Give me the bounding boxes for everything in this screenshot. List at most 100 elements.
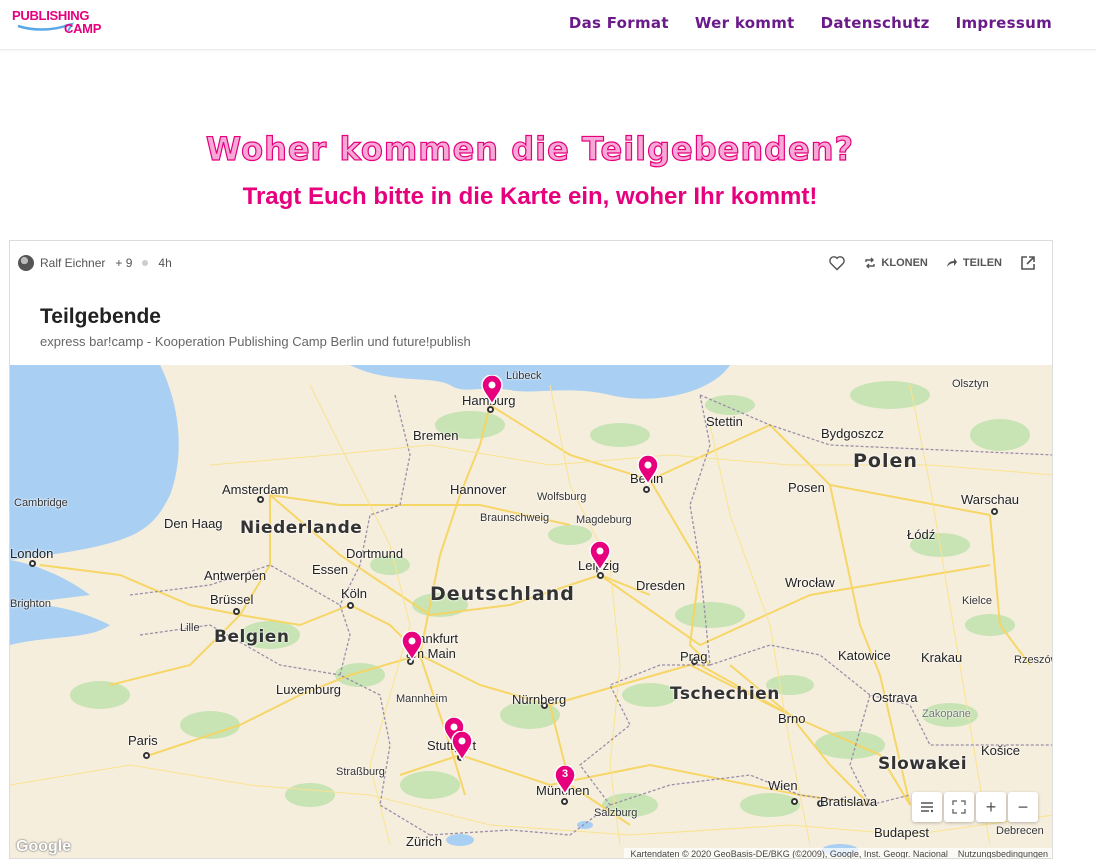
city-dot-london — [29, 560, 36, 567]
map-pin-icon — [481, 374, 503, 406]
terms-link[interactable]: Nutzungsbedingungen — [958, 849, 1048, 858]
country-label: Tschechien — [670, 684, 780, 704]
city-label: Lübeck — [506, 370, 542, 382]
city-label: Katowice — [838, 648, 891, 663]
map-pin-frankfurt[interactable] — [401, 630, 423, 662]
card-meta: Ralf Eichner + 9 4h — [18, 255, 172, 271]
repeat-icon — [865, 257, 876, 269]
city-label: Essen — [312, 562, 349, 577]
city-label: Zakopane — [922, 708, 971, 720]
map-data-credit: Kartendaten © 2020 GeoBasis-DE/BKG (©200… — [630, 849, 948, 859]
publishing-camp-logo[interactable]: PUBLISHING CAMP — [12, 8, 112, 42]
city-label: Antwerpen — [204, 568, 267, 583]
country-label: Slowakei — [878, 754, 968, 774]
author-name[interactable]: Ralf Eichner — [40, 256, 105, 270]
city-dot-leipzig — [597, 572, 604, 579]
country-label: Deutschland — [430, 583, 575, 605]
city-label: Wolfsburg — [537, 491, 587, 503]
city-label: Salzburg — [594, 807, 638, 819]
padlet-map-card: Ralf Eichner + 9 4h KLONEN TEILEN Teilge… — [9, 240, 1053, 859]
city-label: Košice — [981, 743, 1021, 758]
separator-dot — [142, 260, 149, 266]
city-label: Stettin — [706, 414, 743, 429]
city-label: Cambridge — [14, 497, 68, 509]
card-subtitle: express bar!camp - Kooperation Publishin… — [40, 334, 471, 349]
clone-button[interactable]: KLONEN — [864, 257, 928, 269]
zoom-in-button[interactable]: + — [976, 792, 1006, 822]
city-label: London — [10, 546, 54, 561]
nav-impressum[interactable]: Impressum — [956, 14, 1052, 32]
map-pin-icon — [589, 540, 611, 572]
nav-wer-kommt[interactable]: Wer kommt — [695, 14, 795, 32]
city-label: Wien — [768, 778, 798, 793]
logo-text-camp: CAMP — [64, 21, 102, 36]
city-label: Brighton — [10, 598, 51, 610]
city-label: Braunschweig — [480, 512, 550, 524]
city-label: Dortmund — [346, 546, 404, 561]
layers-button[interactable] — [912, 792, 942, 822]
city-label: Prag — [680, 649, 708, 664]
city-label: Paris — [128, 733, 158, 748]
map-pin-berlin[interactable] — [637, 454, 659, 486]
city-label: Bratislava — [820, 794, 878, 809]
city-label: Wrocław — [785, 575, 835, 590]
city-dot-berlin — [643, 486, 650, 493]
post-age: 4h — [158, 256, 172, 270]
map-pin-hamburg[interactable] — [481, 374, 503, 406]
map-pin-icon — [637, 454, 659, 486]
external-link-icon — [1021, 256, 1035, 270]
city-label: Kielce — [962, 595, 992, 607]
map-pin-cluster-muenchen[interactable]: 3 — [554, 764, 576, 796]
fullscreen-button[interactable] — [944, 792, 974, 822]
open-external-button[interactable] — [1020, 255, 1036, 271]
country-label: Belgien — [214, 627, 290, 647]
zoom-out-button[interactable]: − — [1008, 792, 1038, 822]
map-pin-icon — [451, 730, 473, 762]
city-label: Warschau — [961, 492, 1020, 507]
city-label: Dresden — [636, 578, 686, 593]
cluster-count: 3 — [561, 768, 569, 780]
city-label: Brno — [778, 711, 806, 726]
card-actions: KLONEN TEILEN — [828, 255, 1036, 271]
share-arrow-icon — [946, 258, 957, 267]
nav-datenschutz[interactable]: Datenschutz — [821, 14, 930, 32]
city-label: Lille — [180, 622, 200, 634]
city-label: Brüssel — [210, 592, 254, 607]
city-label: Hannover — [450, 482, 507, 497]
map-pin-stuttgart-2[interactable] — [451, 730, 473, 762]
city-dot-wien — [791, 798, 798, 805]
city-dot-warschau — [991, 508, 998, 515]
city-label: Debrecen — [996, 825, 1044, 837]
city-label: Budapest — [874, 825, 929, 840]
map-base-layer — [10, 365, 1052, 856]
city-label: Luxemburg — [276, 682, 342, 697]
card-title: Teilgebende — [40, 305, 161, 328]
country-label: Niederlande — [240, 518, 363, 538]
map-pin-leipzig[interactable] — [589, 540, 611, 572]
city-label: Posen — [788, 480, 825, 495]
page-subtitle: Tragt Euch bitte in die Karte ein, woher… — [242, 183, 818, 210]
city-label: Mannheim — [396, 693, 448, 705]
city-dot-bruessel — [233, 608, 240, 615]
heart-icon — [829, 256, 846, 271]
city-label: Straßburg — [336, 766, 385, 778]
nav-das-format[interactable]: Das Format — [569, 14, 669, 32]
clone-label: KLONEN — [881, 257, 928, 269]
share-button[interactable]: TEILEN — [946, 257, 1002, 269]
share-label: TEILEN — [962, 257, 1002, 269]
avatar[interactable] — [18, 255, 34, 271]
city-label: Bydgoszcz — [821, 426, 884, 441]
heart-button[interactable] — [828, 255, 846, 271]
country-label: Polen — [853, 450, 918, 472]
city-label: Ostrava — [872, 690, 918, 705]
map-view[interactable]: Lübeck Hamburg Bremen Stettin Bydgoszcz … — [10, 365, 1052, 859]
city-dot-amsterdam — [257, 496, 264, 503]
city-label: Krakau — [921, 650, 963, 665]
city-label: Köln — [341, 586, 368, 601]
top-navigation-bar: PUBLISHING CAMP Das Format Wer kommt Dat… — [0, 0, 1096, 50]
map-pin-icon — [401, 630, 423, 662]
city-label: Magdeburg — [576, 514, 632, 526]
list-icon — [921, 802, 934, 813]
city-label: Amsterdam — [222, 482, 289, 497]
city-label: Nürnberg — [512, 692, 567, 707]
